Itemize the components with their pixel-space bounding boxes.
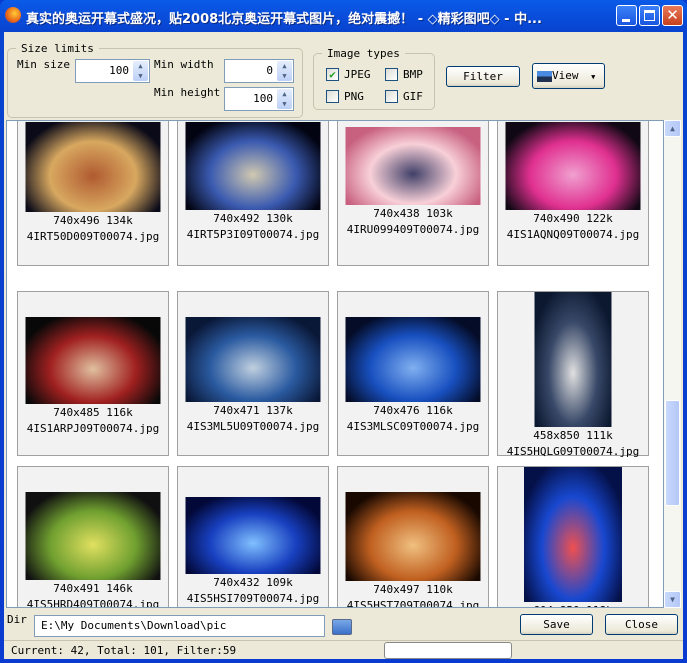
thumbnail-image[interactable]: [345, 127, 481, 205]
thumbnail-image[interactable]: [524, 467, 622, 602]
status-text: Current: 42, Total: 101, Filter:59: [11, 644, 237, 657]
scroll-thumb[interactable]: [665, 400, 680, 506]
client-area: Size limits Min size 100 ▲ ▼ Min width 0 ▲ ▼…: [4, 32, 683, 659]
min-size-spinner[interactable]: 100 ▲ ▼: [75, 59, 150, 83]
spinner-arrows-icon[interactable]: ▲ ▼: [133, 61, 148, 81]
vertical-scrollbar[interactable]: ▲ ▼: [664, 120, 681, 608]
image-filename: 4IS5HRD409T00074.jpg: [26, 598, 160, 608]
spinner-arrows-icon[interactable]: ▲ ▼: [277, 89, 292, 109]
png-label: PNG: [344, 90, 364, 103]
title-bar: 真实的奥运开幕式盛况，贴2008北京奥运开幕式图片，绝对震撼！ - ◇精彩图吧◇…: [0, 0, 687, 32]
thumbnail-cell[interactable]: 740x496 134k 4IRT50D009T00074.jpg: [17, 121, 169, 266]
image-info: 740x476 116k: [373, 404, 453, 417]
bmp-checkbox[interactable]: [385, 68, 398, 81]
image-filename: 4IS1ARPJ09T00074.jpg: [26, 422, 160, 435]
thumbnail-cell[interactable]: 740x471 137k 4IS3ML5U09T00074.jpg: [177, 291, 329, 456]
thumbnail-image[interactable]: [25, 492, 161, 580]
thumbnail-image[interactable]: [345, 317, 481, 402]
maximize-button[interactable]: [639, 5, 660, 26]
thumbnail-cell[interactable]: 458x850 111k 4IS5HQLG09T00074.jpg: [497, 291, 649, 458]
image-filename: 4IRU099409T00074.jpg: [346, 223, 480, 236]
thumbnail-image[interactable]: [185, 317, 321, 402]
image-info: 740x438 103k: [373, 207, 453, 220]
jpeg-checkbox[interactable]: ✔: [326, 68, 339, 81]
image-types-legend: Image types: [327, 47, 400, 60]
thumbnail-image[interactable]: [25, 317, 161, 404]
image-filename: 4IRT50D009T00074.jpg: [26, 230, 160, 243]
spinner-arrows-icon[interactable]: ▲ ▼: [277, 61, 292, 81]
thumbnail-cell[interactable]: 740x491 146k 4IS5HRD409T00074.jpg: [17, 466, 169, 608]
thumbnail-image[interactable]: [345, 492, 481, 581]
min-size-label: Min size: [17, 58, 70, 71]
bmp-label: BMP: [403, 68, 423, 81]
close-button[interactable]: Close: [605, 614, 678, 635]
thumbnail-image[interactable]: [185, 122, 321, 210]
size-limits-legend: Size limits: [21, 42, 94, 55]
image-filename: 4IS1AQNQ09T00074.jpg: [506, 228, 640, 241]
image-filename: 4IS3MLSC09T00074.jpg: [346, 420, 480, 433]
min-width-label: Min width: [154, 58, 214, 71]
image-info: 740x485 116k: [53, 406, 133, 419]
dir-input[interactable]: E:\My Documents\Download\pic: [34, 615, 325, 637]
thumbnail-image[interactable]: [505, 122, 641, 210]
png-checkbox[interactable]: [326, 90, 339, 103]
minimize-button[interactable]: [616, 5, 637, 26]
min-height-label: Min height: [154, 86, 221, 99]
scroll-up-icon[interactable]: ▲: [664, 120, 681, 137]
dropdown-arrow-icon: ▼: [591, 73, 596, 81]
app-window: 真实的奥运开幕式盛况，贴2008北京奥运开幕式图片，绝对震撼！ - ◇精彩图吧◇…: [0, 0, 687, 663]
image-info: 740x492 130k: [213, 212, 293, 225]
window-title: 真实的奥运开幕式盛况，贴2008北京奥运开幕式图片，绝对震撼！ - ◇精彩图吧◇…: [26, 12, 542, 27]
image-info: 740x497 110k: [373, 583, 453, 596]
status-bar: Current: 42, Total: 101, Filter:59: [4, 640, 683, 659]
image-info: 604x850 118k: [498, 604, 648, 607]
scroll-down-icon[interactable]: ▼: [664, 591, 681, 608]
min-width-value: 0: [266, 64, 273, 77]
filter-button[interactable]: Filter: [446, 66, 520, 87]
folder-icon[interactable]: [332, 619, 352, 635]
image-filename: 4IS5HST709T00074.jpg: [346, 599, 480, 608]
image-filename: 4IS5HSI709T00074.jpg: [186, 592, 320, 605]
min-size-value: 100: [109, 64, 129, 77]
close-window-button[interactable]: ✕: [662, 5, 683, 26]
progress-bar: [384, 642, 512, 659]
image-info: 740x471 137k: [213, 404, 293, 417]
thumbnail-grid: 740x496 134k 4IRT50D009T00074.jpg 740x492 …: [6, 120, 664, 608]
image-filename: 4IRT5P3I09T00074.jpg: [186, 228, 320, 241]
gif-checkbox[interactable]: [385, 90, 398, 103]
image-info: 740x491 146k: [53, 582, 133, 595]
firefox-icon: [5, 7, 21, 23]
save-button[interactable]: Save: [520, 614, 593, 635]
dir-label: Dir: [7, 613, 27, 626]
thumbnail-image[interactable]: [25, 122, 161, 212]
thumbnail-cell[interactable]: 740x476 116k 4IS3MLSC09T00074.jpg: [337, 291, 489, 456]
min-height-value: 100: [253, 92, 273, 105]
thumbnail-image[interactable]: [534, 292, 612, 427]
image-filename: 4IS5HQLG09T00074.jpg: [506, 445, 640, 458]
image-info: 740x496 134k: [53, 214, 133, 227]
thumbnail-cell[interactable]: 740x432 109k 4IS5HSI709T00074.jpg: [177, 466, 329, 607]
thumbnail-cell[interactable]: 740x497 110k 4IS5HST709T00074.jpg: [337, 466, 489, 608]
view-button[interactable]: View ▼: [532, 63, 605, 89]
thumbnail-cell[interactable]: 740x438 103k 4IRU099409T00074.jpg: [337, 121, 489, 266]
thumbnail-cell[interactable]: 740x490 122k 4IS1AQNQ09T00074.jpg: [497, 121, 649, 266]
view-label: View: [552, 69, 579, 82]
min-height-spinner[interactable]: 100 ▲ ▼: [224, 87, 294, 111]
thumbnail-cell[interactable]: 740x485 116k 4IS1ARPJ09T00074.jpg: [17, 291, 169, 456]
thumbnail-cell[interactable]: 604x850 118k: [497, 466, 649, 607]
thumbnail-cell[interactable]: 740x492 130k 4IRT5P3I09T00074.jpg: [177, 121, 329, 266]
gif-label: GIF: [403, 90, 423, 103]
image-info: 458x850 111k: [533, 429, 613, 442]
jpeg-label: JPEG: [344, 68, 371, 81]
thumbnail-image[interactable]: [185, 497, 321, 574]
min-width-spinner[interactable]: 0 ▲ ▼: [224, 59, 294, 83]
image-filename: 4IS3ML5U09T00074.jpg: [186, 420, 320, 433]
picture-icon: [537, 70, 552, 82]
image-info: 740x490 122k: [533, 212, 613, 225]
image-info: 740x432 109k: [213, 576, 293, 589]
